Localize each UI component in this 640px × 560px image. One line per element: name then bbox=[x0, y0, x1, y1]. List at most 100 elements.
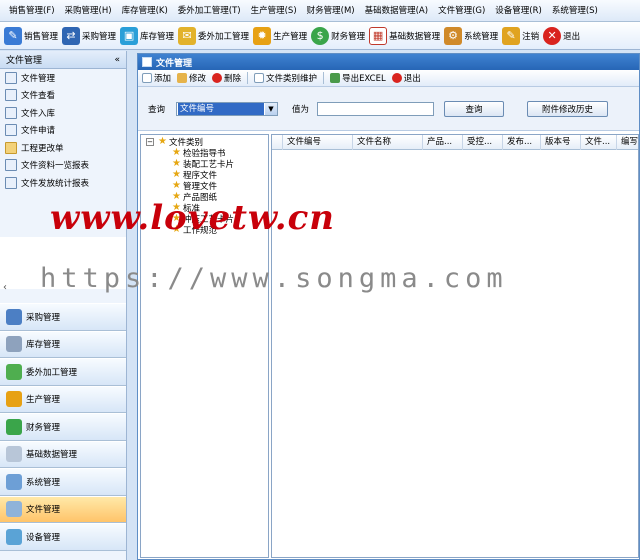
toolbar-basic-data-button[interactable]: ▦ 基础数据管理 bbox=[367, 23, 442, 49]
menu-outsource[interactable]: 委外加工管理(T) bbox=[173, 0, 246, 21]
sidebar-item-file-store[interactable]: 文件入库 bbox=[0, 104, 126, 122]
toolbar-outsource-button[interactable]: ✉ 委外加工管理 bbox=[176, 23, 251, 49]
window-icon bbox=[142, 57, 152, 67]
module-equipment[interactable]: 设备管理 bbox=[0, 523, 126, 551]
column-header[interactable]: 编写... bbox=[617, 135, 638, 150]
menu-sales[interactable]: 销售管理(F) bbox=[4, 0, 60, 21]
column-header[interactable]: 文件编号 bbox=[283, 135, 353, 150]
query-panel: 查询 文件编号 ▼ 值为 查询 附件修改历史 bbox=[138, 87, 639, 131]
equipment-icon bbox=[6, 528, 22, 545]
menu-basic-data[interactable]: 基础数据管理(A) bbox=[360, 0, 433, 21]
module-inventory[interactable]: 库存管理 bbox=[0, 330, 126, 358]
module-purchase[interactable]: 采购管理 bbox=[0, 303, 126, 331]
column-header[interactable]: 受控... bbox=[463, 135, 503, 150]
inventory-icon: ▣ bbox=[120, 26, 139, 45]
column-header[interactable]: 文件名称 bbox=[353, 135, 423, 150]
file-category-button[interactable]: 文件类别维护 bbox=[254, 72, 317, 84]
menu-system[interactable]: 系统管理(S) bbox=[547, 0, 603, 21]
exit-icon bbox=[391, 73, 402, 83]
column-header[interactable]: 文件... bbox=[581, 135, 617, 150]
query-label: 查询 bbox=[148, 105, 166, 115]
tree-collapse-toggle[interactable]: − bbox=[146, 138, 154, 146]
files-icon bbox=[6, 501, 22, 518]
search-button[interactable]: 查询 bbox=[444, 101, 504, 117]
inventory-icon bbox=[6, 336, 22, 353]
sidebar-item-engineering-change[interactable]: 工程更改单 bbox=[0, 139, 126, 157]
module-files[interactable]: 文件管理 bbox=[0, 495, 126, 523]
user-icon bbox=[5, 124, 17, 137]
outsource-icon: ✉ bbox=[178, 26, 197, 45]
attachment-history-button[interactable]: 附件修改历史 bbox=[527, 101, 608, 117]
edit-button[interactable]: 修改 bbox=[177, 72, 206, 84]
finance-icon bbox=[6, 418, 22, 435]
toolbar-system-button[interactable]: ⚙ 系统管理 bbox=[442, 23, 500, 49]
module-system[interactable]: 系统管理 bbox=[0, 468, 126, 496]
star-icon: ★ bbox=[172, 169, 181, 180]
sidebar-item-file-view[interactable]: 文件查看 bbox=[0, 87, 126, 105]
sidebar-header: 文件管理 « bbox=[0, 51, 126, 69]
star-icon: ★ bbox=[158, 136, 167, 147]
toolbar-purchase-button[interactable]: ⇄ 采购管理 bbox=[60, 23, 118, 49]
sidebar-item-file-request[interactable]: 文件申请 bbox=[0, 122, 126, 140]
column-header[interactable]: 发布... bbox=[503, 135, 541, 150]
query-value-input[interactable] bbox=[317, 102, 434, 116]
production-icon bbox=[6, 391, 22, 408]
query-field-value: 文件编号 bbox=[178, 103, 264, 115]
module-basic-data[interactable]: 基础数据管理 bbox=[0, 440, 126, 468]
module-production[interactable]: 生产管理 bbox=[0, 385, 126, 413]
toolbar-logout-button[interactable]: ✎ 注销 bbox=[500, 23, 541, 49]
module-outsource[interactable]: 委外加工管理 bbox=[0, 358, 126, 386]
report-icon bbox=[5, 176, 17, 189]
delete-button[interactable]: 删除 bbox=[212, 72, 241, 84]
window-titlebar: 文件管理 bbox=[138, 54, 639, 70]
menu-finance[interactable]: 财务管理(M) bbox=[302, 0, 360, 21]
menu-production[interactable]: 生产管理(S) bbox=[246, 0, 302, 21]
sidebar-item-file-report[interactable]: 文件资料一览报表 bbox=[0, 157, 126, 175]
sidebar-item-distribution-report[interactable]: 文件发放统计报表 bbox=[0, 174, 126, 192]
module-finance[interactable]: 财务管理 bbox=[0, 413, 126, 441]
menu-equipment[interactable]: 设备管理(R) bbox=[490, 0, 547, 21]
column-header[interactable]: 产品... bbox=[423, 135, 463, 150]
category-icon bbox=[254, 73, 265, 83]
grid-header: 文件编号 文件名称 产品... 受控... 发布... 版本号 文件... 编写… bbox=[272, 135, 638, 150]
collapse-icon[interactable]: « bbox=[114, 55, 120, 65]
system-icon: ⚙ bbox=[444, 26, 463, 45]
menu-inventory[interactable]: 库存管理(K) bbox=[117, 0, 173, 21]
file-management-window: 文件管理 添加 修改 删除 文件类别维护 导出EXCEL 退出 查询 文件编号 … bbox=[137, 53, 640, 560]
finance-icon: $ bbox=[311, 26, 330, 45]
document-icon bbox=[5, 89, 17, 102]
star-icon: ★ bbox=[172, 147, 181, 158]
add-icon bbox=[142, 73, 152, 83]
logout-icon: ✎ bbox=[502, 26, 521, 45]
column-header[interactable]: 版本号 bbox=[541, 135, 581, 150]
menu-purchase[interactable]: 采购管理(H) bbox=[60, 0, 117, 21]
chevron-down-icon: ▼ bbox=[265, 103, 277, 115]
exit-icon: ✕ bbox=[543, 26, 562, 45]
toolbar-sales-button[interactable]: ✎ 销售管理 bbox=[2, 23, 60, 49]
exit-button[interactable]: 退出 bbox=[391, 72, 421, 84]
value-label: 值为 bbox=[292, 105, 310, 115]
module-list: 采购管理 库存管理 委外加工管理 生产管理 财务管理 基础数据管理 系统管理 文… bbox=[0, 303, 126, 551]
watermark-primary: www.lovetw.cn bbox=[50, 198, 336, 238]
toolbar-production-button[interactable]: ✹ 生产管理 bbox=[251, 23, 309, 49]
menu-files[interactable]: 文件管理(G) bbox=[433, 0, 490, 21]
production-icon: ✹ bbox=[253, 26, 272, 45]
report-icon bbox=[5, 159, 17, 172]
export-excel-button[interactable]: 导出EXCEL bbox=[330, 72, 386, 84]
basic-data-icon bbox=[6, 446, 22, 463]
window-title: 文件管理 bbox=[156, 58, 193, 69]
chevron-left-icon[interactable]: ‹ bbox=[0, 276, 10, 298]
toolbar-finance-button[interactable]: $ 财务管理 bbox=[309, 23, 367, 49]
sales-icon: ✎ bbox=[4, 26, 22, 45]
window-toolbar: 添加 修改 删除 文件类别维护 导出EXCEL 退出 bbox=[138, 70, 639, 87]
document-icon bbox=[5, 106, 17, 119]
toolbar-inventory-button[interactable]: ▣ 库存管理 bbox=[118, 23, 176, 49]
star-icon: ★ bbox=[172, 180, 181, 191]
sidebar-item-file-manage[interactable]: 文件管理 bbox=[0, 69, 126, 87]
row-selector-header bbox=[272, 135, 283, 150]
add-button[interactable]: 添加 bbox=[142, 72, 171, 84]
query-field-select[interactable]: 文件编号 ▼ bbox=[176, 102, 278, 116]
outsource-icon bbox=[6, 363, 22, 380]
watermark-secondary: https://www.songma.com bbox=[40, 263, 508, 294]
toolbar-exit-button[interactable]: ✕ 退出 bbox=[541, 23, 582, 49]
